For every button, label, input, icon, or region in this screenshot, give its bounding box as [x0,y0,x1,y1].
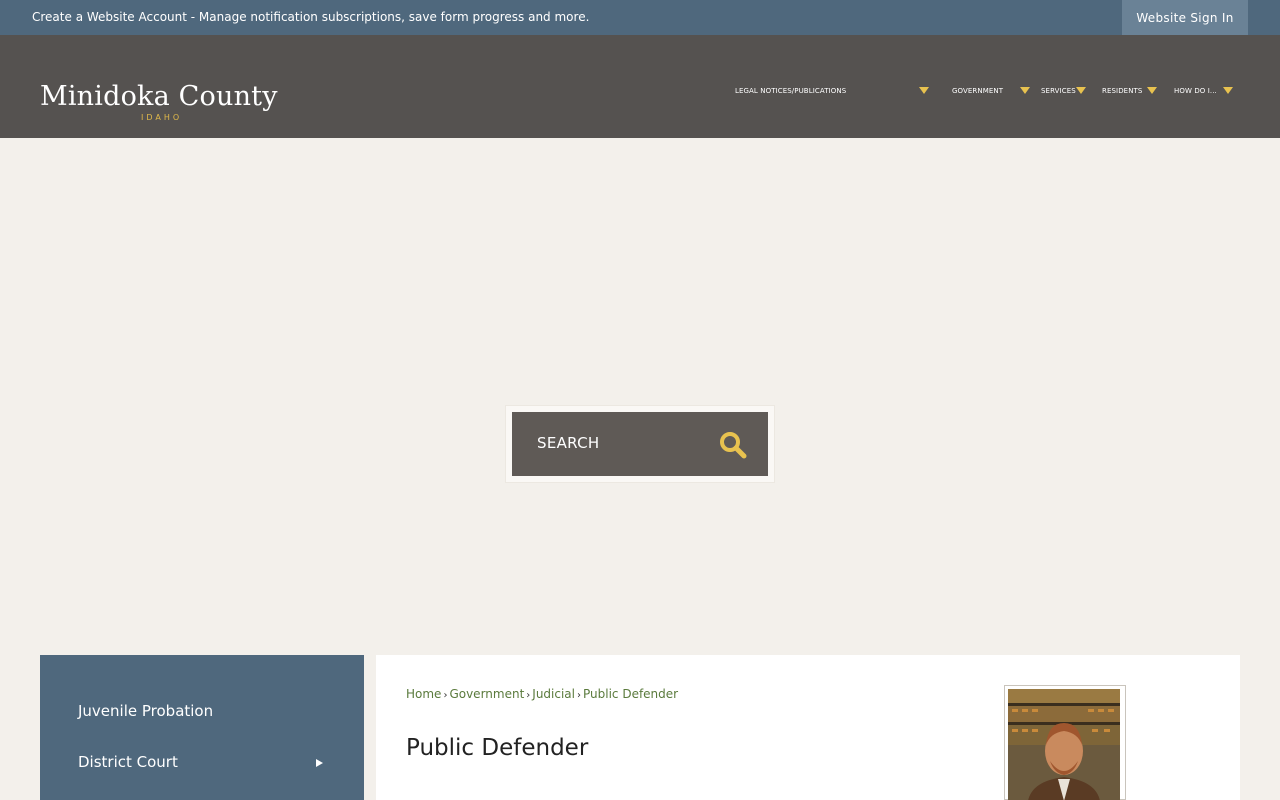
nav-label: How Do I... [1174,87,1217,95]
nav-label: Government [952,87,1004,95]
sign-in-button[interactable]: Website Sign In [1122,0,1248,35]
breadcrumb-separator: › [443,690,448,701]
chevron-down-icon[interactable] [1020,87,1030,94]
side-nav: Juvenile Probation District Court [40,655,364,800]
breadcrumb: Home › Government › Judicial › Public Defender [406,687,678,701]
nav-item-how-do-i[interactable]: How Do I... [1174,85,1217,97]
site-logo[interactable]: Minidoka County IDAHO [40,81,278,122]
create-account-description: - Manage notification subscriptions, sav… [186,10,590,24]
create-account-link[interactable]: Create a Website Account [32,10,187,24]
account-banner: Create a Website Account - Manage notifi… [32,10,589,24]
nav-item-legal-notices[interactable]: Legal Notices/Publications [735,85,846,97]
profile-photo-frame [1004,685,1126,800]
nav-label: Residents [1102,87,1143,95]
site-header: Minidoka County IDAHO Legal Notices/Publ… [0,35,1280,138]
nav-label: Legal Notices/Publications [735,87,847,95]
main-content: Home › Government › Judicial › Public Defender… [376,655,1240,800]
page-title: Public Defender [406,735,589,761]
breadcrumb-government[interactable]: Government [449,687,524,701]
chevron-right-icon[interactable] [316,759,323,767]
logo-name: Minidoka County [40,81,278,112]
breadcrumb-separator: › [526,690,531,701]
profile-photo [1008,689,1120,800]
account-bar: Create a Website Account - Manage notifi… [0,0,1280,35]
search-placeholder: SEARCH [537,434,600,452]
nav-item-services[interactable]: Services [1041,85,1076,97]
breadcrumb-judicial[interactable]: Judicial [532,687,575,701]
search-input[interactable]: SEARCH [512,412,768,476]
nav-item-government[interactable]: Government [952,85,1003,97]
breadcrumb-public-defender[interactable]: Public Defender [583,687,678,701]
breadcrumb-home[interactable]: Home [406,687,441,701]
search-icon[interactable] [718,430,748,464]
sidenav-item-juvenile-probation[interactable]: Juvenile Probation [78,702,213,720]
chevron-down-icon[interactable] [919,87,929,94]
chevron-down-icon[interactable] [1147,87,1157,94]
chevron-down-icon[interactable] [1223,87,1233,94]
chevron-down-icon[interactable] [1076,87,1086,94]
nav-item-residents[interactable]: Residents [1102,85,1142,97]
nav-label: Services [1041,87,1076,95]
logo-state: IDAHO [141,113,183,122]
sidenav-item-district-court[interactable]: District Court [78,753,178,771]
breadcrumb-separator: › [577,690,581,701]
